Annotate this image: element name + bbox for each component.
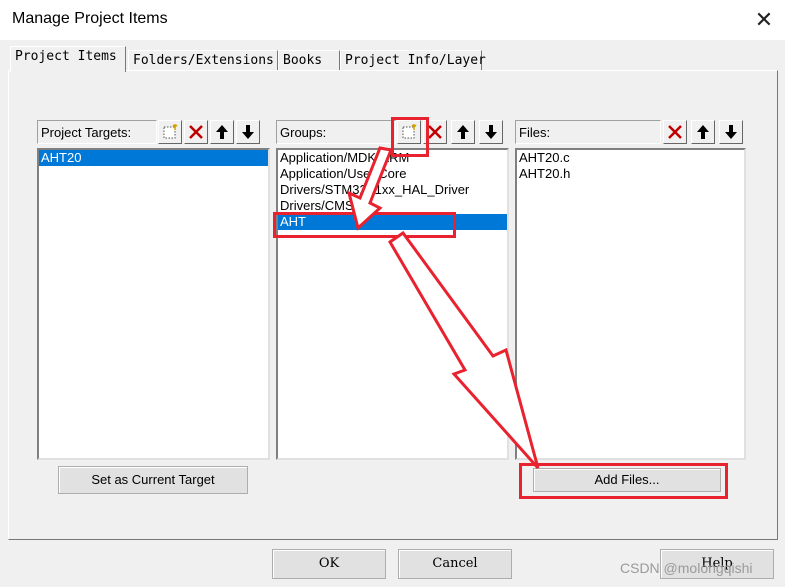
move-down-arrow-icon: [725, 125, 737, 139]
list-item[interactable]: AHT20.c: [517, 150, 744, 166]
groups-label: Groups:: [276, 120, 396, 144]
ok-button[interactable]: OK: [272, 549, 386, 579]
list-item[interactable]: AHT: [278, 214, 507, 230]
cancel-button[interactable]: Cancel: [398, 549, 512, 579]
tab-project-info-layer[interactable]: Project Info/Layer: [340, 50, 486, 70]
list-item[interactable]: Drivers/CMSIS: [278, 198, 507, 214]
move-target-down-button[interactable]: [236, 120, 260, 144]
files-group: Files: AHT20.c AHT20.h: [515, 120, 746, 460]
window-title: Manage Project Items: [12, 10, 168, 27]
delete-x-icon: [428, 125, 442, 139]
project-targets-group: Project Targets: AHT20: [37, 120, 270, 460]
move-group-up-button[interactable]: [451, 120, 475, 144]
new-item-icon: [163, 124, 178, 139]
list-item[interactable]: AHT20.h: [517, 166, 744, 182]
new-target-button[interactable]: [158, 120, 182, 144]
move-up-arrow-icon: [697, 125, 709, 139]
move-down-arrow-icon: [242, 125, 254, 139]
tab-folders-extensions[interactable]: Folders/Extensions: [128, 50, 278, 70]
delete-group-button[interactable]: [423, 120, 447, 144]
move-group-down-button[interactable]: [479, 120, 503, 144]
add-files-button[interactable]: Add Files...: [533, 468, 721, 492]
groups-list[interactable]: Application/MDK-ARM Application/User/Cor…: [276, 148, 509, 460]
list-item[interactable]: AHT20: [39, 150, 268, 166]
delete-x-icon: [189, 125, 203, 139]
watermark: CSDN @molongqishi: [620, 560, 753, 576]
move-up-arrow-icon: [216, 125, 228, 139]
new-group-button[interactable]: [397, 120, 421, 144]
list-item[interactable]: Drivers/STM32F1xx_HAL_Driver: [278, 182, 507, 198]
close-icon[interactable]: ✕: [748, 4, 780, 36]
move-file-up-button[interactable]: [691, 120, 715, 144]
tab-project-items[interactable]: Project Items: [10, 46, 126, 72]
new-item-icon: [402, 124, 417, 139]
project-targets-list[interactable]: AHT20: [37, 148, 270, 460]
move-up-arrow-icon: [457, 125, 469, 139]
move-file-down-button[interactable]: [719, 120, 743, 144]
title-bar: Manage Project Items ✕: [0, 0, 785, 40]
move-down-arrow-icon: [485, 125, 497, 139]
delete-target-button[interactable]: [184, 120, 208, 144]
delete-file-button[interactable]: [663, 120, 687, 144]
delete-x-icon: [668, 125, 682, 139]
project-targets-label: Project Targets:: [37, 120, 157, 144]
list-item[interactable]: Application/MDK-ARM: [278, 150, 507, 166]
tab-books[interactable]: Books: [278, 50, 340, 70]
set-as-current-target-button[interactable]: Set as Current Target: [58, 466, 248, 494]
move-target-up-button[interactable]: [210, 120, 234, 144]
groups-group: Groups: Application/MDK-ARM Application/…: [276, 120, 509, 460]
files-label: Files:: [515, 120, 661, 144]
list-item[interactable]: Application/User/Core: [278, 166, 507, 182]
files-list[interactable]: AHT20.c AHT20.h: [515, 148, 746, 460]
